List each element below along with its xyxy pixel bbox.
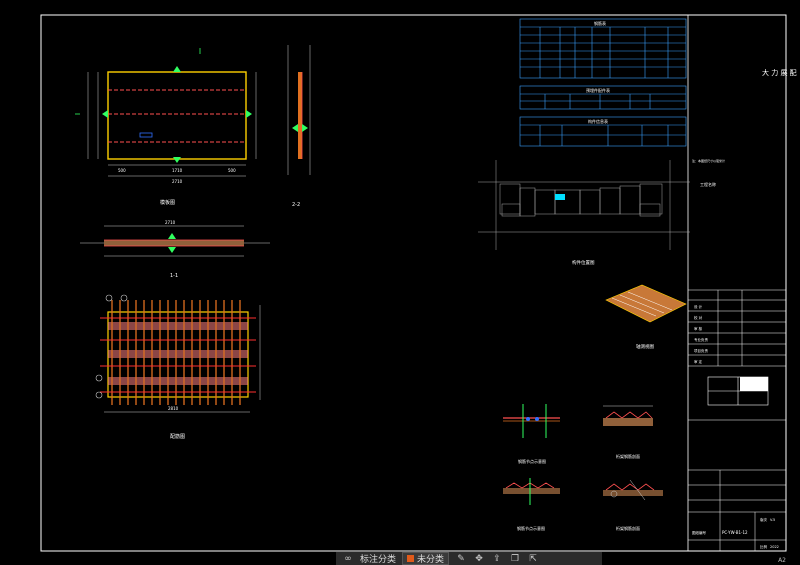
dim-section-top: 2710	[165, 220, 176, 225]
dim-rebar-bottom: 2810	[168, 406, 179, 411]
titleblock-note: 注：本图纸尺寸以毫米计	[692, 158, 725, 163]
detail-4-title: 桁架钢筋剖面	[616, 525, 640, 531]
embed-table-title: 预埋件配件表	[586, 87, 610, 93]
rebar-plan-title: 配筋图	[170, 433, 185, 440]
detail-3-title: 钢筋节点示意图	[517, 525, 545, 531]
titleblock-row-5: 项目负责	[694, 348, 708, 353]
share-icon[interactable]: ⇪	[491, 554, 503, 564]
revision-value: V.5	[770, 518, 775, 522]
dim-right-seg: 500	[228, 168, 236, 173]
plan-view-title: 模板图	[160, 199, 175, 206]
titleblock-row-6: 审 定	[694, 359, 703, 364]
location-plan-title: 构件位置图	[572, 259, 595, 266]
layer-color-swatch	[407, 555, 415, 562]
layer-selector[interactable]: 未分类	[402, 552, 450, 565]
drawing-no-label: 图纸编号	[692, 530, 706, 535]
titleblock-row-4: 专业负责	[694, 337, 708, 342]
viewer-toolbar: ∞ 标注分类 未分类 ✎ ✥ ⇪ ❐ ⇱	[336, 552, 602, 565]
drawing-no-value: PC-YW-B1-12	[722, 530, 748, 535]
annotate-label[interactable]: 标注分类	[360, 552, 396, 565]
titleblock-row-1: 设 计	[694, 304, 703, 309]
detail-2-title: 桁架钢筋剖面	[616, 453, 640, 459]
steel-table-title: 钢筋表	[594, 20, 606, 26]
export-icon[interactable]: ⇱	[527, 554, 539, 564]
scale-label: 比例	[760, 544, 768, 549]
detail-1-title: 钢筋节点示意图	[518, 458, 546, 464]
iso-view-title: 轴测视图	[636, 343, 654, 350]
titleblock-row-2: 校 对	[694, 315, 703, 320]
layer-label: 未分类	[417, 555, 445, 565]
dim-overall-width: 2710	[172, 179, 183, 184]
section-22-title: 2-2	[292, 202, 300, 208]
pencil-icon[interactable]: ✎	[455, 554, 467, 564]
dim-left-seg: 500	[118, 168, 126, 173]
scale-value: 2022	[770, 545, 779, 549]
cad-drawing-canvas[interactable]: 500 1710 500 2710 模板图 2-2 2710 1-1 2810 …	[0, 0, 800, 565]
title-block-vertical: 大 力 展 配	[762, 68, 797, 77]
revision-label: 版次	[760, 517, 768, 522]
titleblock-project-label: 工程名称	[700, 181, 716, 187]
copy-icon[interactable]: ❐	[509, 554, 521, 564]
glasses-icon[interactable]: ∞	[342, 554, 354, 564]
titleblock-row-3: 审 核	[694, 326, 703, 331]
dim-mid-seg: 1710	[172, 168, 183, 173]
sheet-size-label: A2	[778, 557, 786, 564]
move-icon[interactable]: ✥	[473, 554, 485, 564]
member-table-title: 构件信息表	[588, 118, 608, 124]
section-11-title: 1-1	[170, 273, 178, 279]
